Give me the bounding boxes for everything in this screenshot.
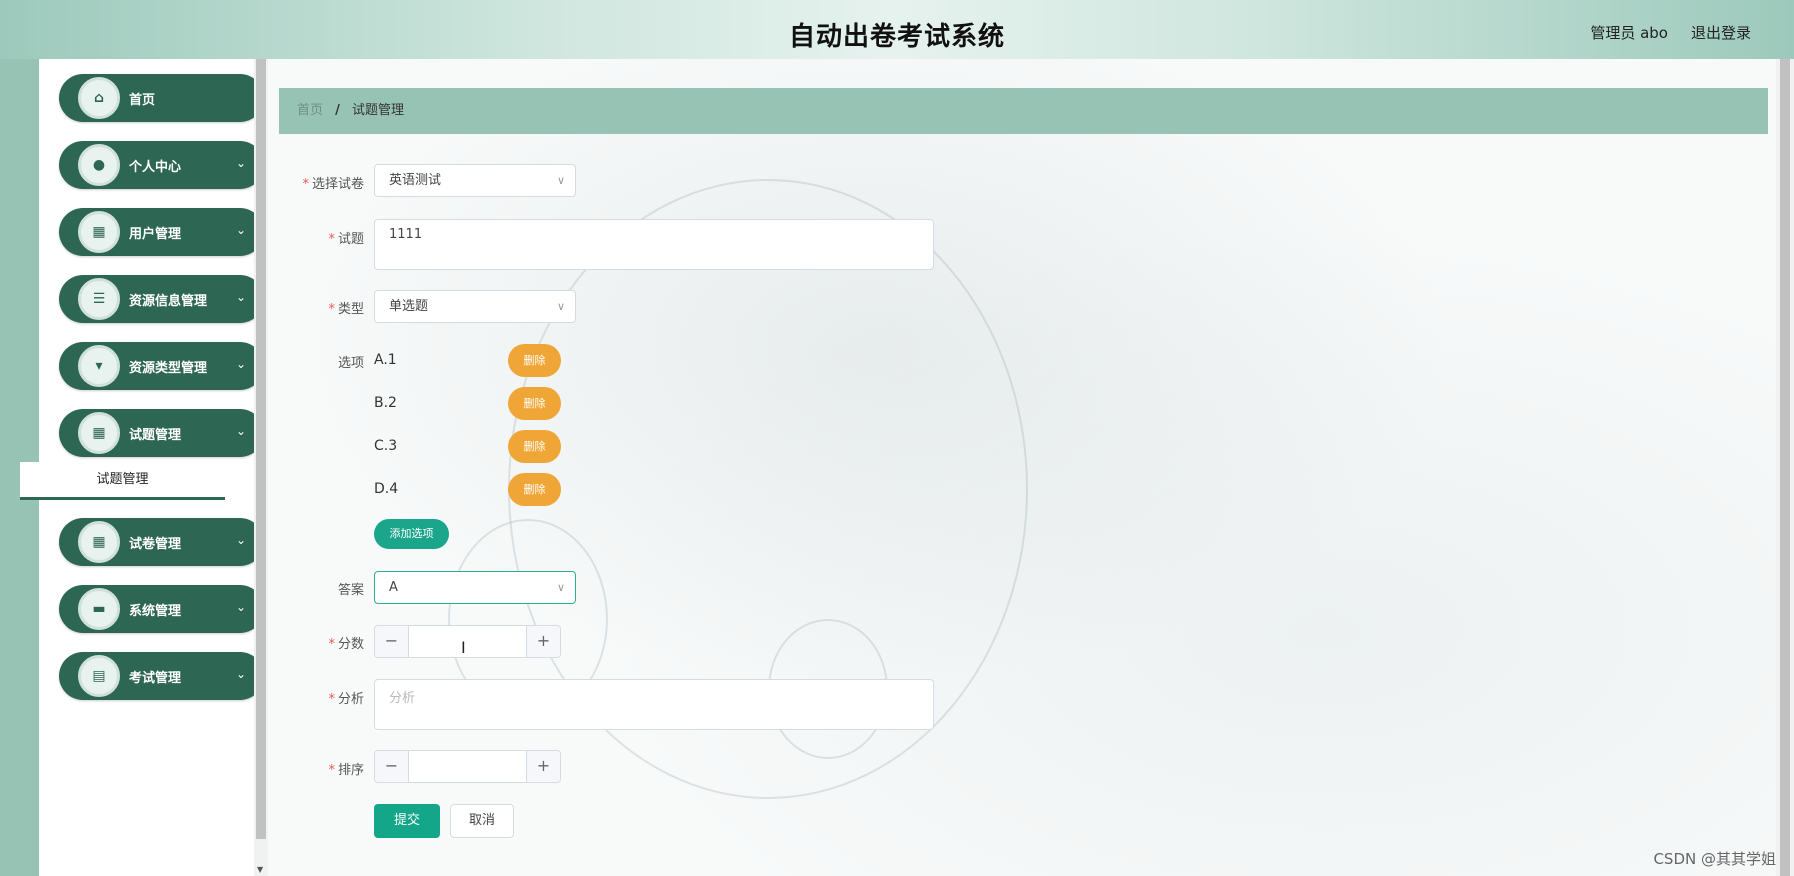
chevron-down-icon: ∨ bbox=[556, 174, 565, 187]
sidebar-item-label: 考试管理 bbox=[129, 671, 182, 686]
sidebar-item-papers[interactable]: ▦ 试卷管理 ⌄ bbox=[59, 518, 264, 566]
score-input[interactable] bbox=[410, 626, 525, 657]
option-text: B.2 bbox=[374, 395, 397, 411]
delete-option-button[interactable]: 删除 bbox=[508, 473, 561, 506]
answer-select-value: A bbox=[389, 580, 398, 595]
sidebar-item-system[interactable]: ▬ 系统管理 ⌄ bbox=[59, 585, 264, 633]
list-icon: ☰ bbox=[78, 278, 120, 320]
sidebar-item-label: 试题管理 bbox=[129, 428, 182, 443]
scroll-down-arrow-icon[interactable]: ▼ bbox=[257, 865, 263, 874]
chevron-down-icon: ∨ bbox=[556, 581, 565, 594]
delete-option-button[interactable]: 删除 bbox=[508, 430, 561, 463]
watermark: CSDN @其其学姐 bbox=[1653, 850, 1776, 868]
breadcrumb-separator: / bbox=[335, 103, 340, 118]
sidebar-item-profile[interactable]: ● 个人中心 ⌄ bbox=[59, 141, 264, 189]
type-label: * 类型 bbox=[328, 302, 364, 317]
add-option-button[interactable]: 添加选项 bbox=[374, 519, 449, 549]
submit-button[interactable]: 提交 bbox=[374, 804, 440, 838]
option-text: A.1 bbox=[374, 352, 397, 368]
briefcase-icon: ▬ bbox=[78, 588, 120, 630]
delete-option-button[interactable]: 删除 bbox=[508, 387, 561, 420]
sort-stepper: − + bbox=[374, 750, 561, 783]
analysis-label: * 分析 bbox=[328, 692, 364, 707]
decrement-button[interactable]: − bbox=[375, 626, 409, 657]
breadcrumb: 首页 / 试题管理 bbox=[279, 88, 1768, 134]
chevron-down-icon: ⌄ bbox=[235, 357, 246, 371]
breadcrumb-current: 试题管理 bbox=[352, 103, 405, 118]
paper-select[interactable]: 英语测试 ∨ bbox=[374, 164, 576, 197]
sidebar-item-label: 个人中心 bbox=[129, 160, 182, 175]
breadcrumb-home[interactable]: 首页 bbox=[297, 103, 323, 118]
sidebar-scrollbar[interactable]: ▼ bbox=[254, 59, 268, 876]
question-label: * 试题 bbox=[328, 232, 364, 247]
increment-button[interactable]: + bbox=[526, 626, 560, 657]
chevron-down-icon: ⌄ bbox=[235, 533, 246, 547]
sidebar-item-label: 资源类型管理 bbox=[129, 361, 208, 376]
sidebar-item-label: 系统管理 bbox=[129, 604, 182, 619]
app-title: 自动出卷考试系统 bbox=[788, 22, 1005, 52]
decrement-button[interactable]: − bbox=[375, 751, 409, 782]
analysis-textarea[interactable] bbox=[374, 679, 934, 730]
type-select-value: 单选题 bbox=[389, 299, 429, 314]
sidebar-item-label: 用户管理 bbox=[129, 227, 182, 242]
chevron-down-icon: ∨ bbox=[556, 300, 565, 313]
chevron-down-icon: ⌄ bbox=[235, 290, 246, 304]
chevron-down-icon: ⌄ bbox=[235, 600, 246, 614]
grid-icon: ▦ bbox=[78, 521, 120, 563]
sort-input[interactable] bbox=[410, 751, 525, 782]
sidebar-item-label: 首页 bbox=[129, 93, 156, 108]
logout-link[interactable]: 退出登录 bbox=[1691, 22, 1751, 43]
score-label: * 分数 bbox=[328, 637, 364, 652]
paper-label: * 选择试卷 bbox=[302, 177, 364, 192]
sort-label: * 排序 bbox=[328, 763, 364, 778]
submenu-item-questions[interactable]: 试题管理 bbox=[20, 462, 225, 500]
chevron-down-icon: ⌄ bbox=[235, 667, 246, 681]
increment-button[interactable]: + bbox=[526, 751, 560, 782]
sidebar-scrollbar-thumb[interactable] bbox=[256, 59, 266, 839]
sidebar-item-exams[interactable]: ▤ 考试管理 ⌄ bbox=[59, 652, 264, 700]
score-stepper: − + bbox=[374, 625, 561, 658]
main-scrollbar[interactable] bbox=[1776, 59, 1794, 876]
sidebar-item-label: 试卷管理 bbox=[129, 537, 182, 552]
chevron-down-icon: ⌄ bbox=[235, 424, 246, 438]
grid-icon: ▦ bbox=[78, 412, 120, 454]
sidebar: ⌂ 首页 ● 个人中心 ⌄ ▦ 用户管理 ⌄ ☰ 资源信息管理 ⌄ ▾ 资源类型… bbox=[20, 59, 264, 876]
user-icon: ● bbox=[78, 144, 120, 186]
answer-select[interactable]: A ∨ bbox=[374, 571, 576, 604]
sidebar-item-label: 资源信息管理 bbox=[129, 294, 208, 309]
clipboard-icon: ▤ bbox=[78, 655, 120, 697]
chevron-down-icon: ⌄ bbox=[235, 223, 246, 237]
sidebar-item-users[interactable]: ▦ 用户管理 ⌄ bbox=[59, 208, 264, 256]
chevron-down-icon: ⌄ bbox=[235, 156, 246, 170]
cancel-button[interactable]: 取消 bbox=[450, 804, 514, 838]
main-scrollbar-thumb[interactable] bbox=[1780, 59, 1790, 876]
options-label: 选项 bbox=[337, 356, 364, 371]
answer-label: 答案 bbox=[337, 583, 364, 598]
current-user: 管理员 abo bbox=[1590, 24, 1668, 42]
type-select[interactable]: 单选题 ∨ bbox=[374, 290, 576, 323]
question-textarea[interactable]: 1111 bbox=[374, 219, 934, 270]
option-text: D.4 bbox=[374, 481, 399, 497]
home-icon: ⌂ bbox=[78, 77, 120, 119]
sidebar-item-resource-type[interactable]: ▾ 资源类型管理 ⌄ bbox=[59, 342, 264, 390]
grid-icon: ▦ bbox=[78, 211, 120, 253]
paper-select-value: 英语测试 bbox=[389, 173, 442, 188]
text-cursor-icon: I bbox=[461, 638, 466, 657]
top-header: 自动出卷考试系统 管理员 abo 退出登录 bbox=[0, 0, 1794, 59]
sidebar-item-questions[interactable]: ▦ 试题管理 ⌄ bbox=[59, 409, 264, 457]
sidebar-item-home[interactable]: ⌂ 首页 bbox=[59, 74, 264, 122]
brush-icon: ▾ bbox=[78, 345, 120, 387]
option-text: C.3 bbox=[374, 438, 398, 454]
delete-option-button[interactable]: 删除 bbox=[508, 344, 561, 377]
sidebar-item-resource-info[interactable]: ☰ 资源信息管理 ⌄ bbox=[59, 275, 264, 323]
